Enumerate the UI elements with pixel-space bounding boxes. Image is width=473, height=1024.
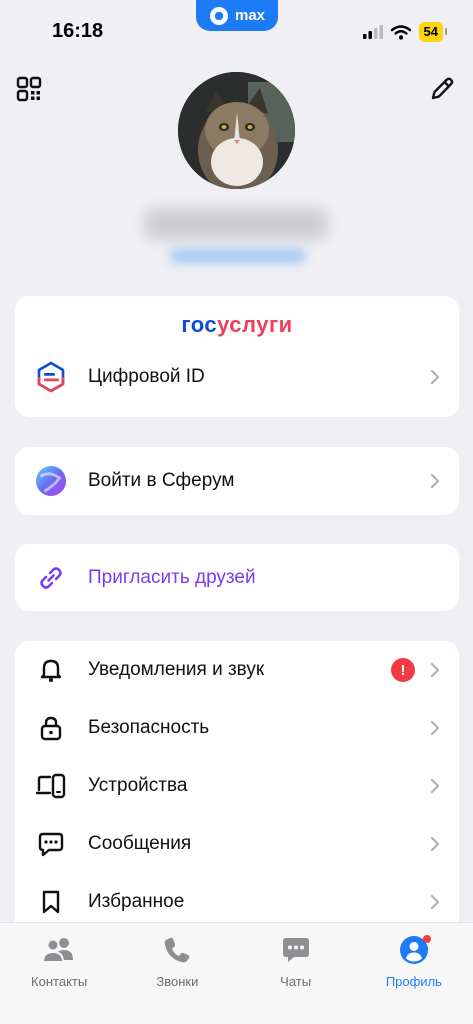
sferum-label: Войти в Сферум xyxy=(88,470,235,491)
settings-item-label: Устройства xyxy=(88,775,188,796)
tab-label: Чаты xyxy=(280,974,312,989)
battery-indicator: 54 xyxy=(418,22,448,42)
settings-item-label: Уведомления и звук xyxy=(88,659,265,680)
tab-label: Контакты xyxy=(31,974,88,989)
message-icon xyxy=(35,828,67,860)
chevron-right-icon xyxy=(430,720,440,736)
tab-contacts[interactable]: Контакты xyxy=(4,933,114,1024)
profile-name-blurred xyxy=(145,208,327,240)
sferum-row[interactable]: Войти в Сферум xyxy=(15,447,459,515)
status-bar: 16:18 max 54 xyxy=(0,0,473,60)
alert-badge: ! xyxy=(391,658,415,682)
avatar[interactable] xyxy=(178,72,295,189)
signal-icon xyxy=(362,25,383,39)
chevron-right-icon xyxy=(430,369,440,385)
status-time: 16:18 xyxy=(52,20,104,42)
settings-item-messages[interactable]: Сообщения xyxy=(15,815,459,873)
tab-bar: Контакты Звонки Чаты Профиль xyxy=(0,922,473,1024)
digital-id-label: Цифровой ID xyxy=(88,366,205,387)
devices-icon xyxy=(35,770,67,802)
notification-dot xyxy=(422,935,431,943)
sferum-card: Войти в Сферум xyxy=(15,447,459,515)
chevron-right-icon xyxy=(430,894,440,910)
chevron-right-icon xyxy=(430,473,440,489)
max-logo-icon xyxy=(209,6,228,25)
profile-phone-blurred xyxy=(170,249,306,263)
settings-item-label: Сообщения xyxy=(88,833,192,854)
invite-friends-label: Пригласить друзей xyxy=(88,566,256,588)
tab-calls[interactable]: Звонки xyxy=(122,933,232,1024)
cat-photo xyxy=(178,72,295,189)
status-icons: 54 xyxy=(362,22,448,42)
chevron-right-icon xyxy=(430,662,440,678)
settings-item-label: Избранное xyxy=(88,891,185,912)
qr-code-icon[interactable] xyxy=(16,76,42,102)
invite-card: Пригласить друзей xyxy=(15,544,459,611)
tab-label: Звонки xyxy=(156,974,199,989)
sferum-logo-icon xyxy=(35,465,67,497)
bell-icon xyxy=(35,654,67,686)
chevron-right-icon xyxy=(430,778,440,794)
gosuslugi-card: госуслуги Цифровой ID xyxy=(15,296,459,417)
settings-item-label: Безопасность xyxy=(88,717,210,738)
wifi-icon xyxy=(390,24,411,40)
bookmark-icon xyxy=(35,886,67,918)
link-icon xyxy=(35,562,67,594)
chevron-right-icon xyxy=(430,836,440,852)
settings-item-security[interactable]: Безопасность xyxy=(15,699,459,757)
settings-card: Уведомления и звук ! Безопасность Устрой… xyxy=(15,641,459,941)
phone-icon xyxy=(160,933,194,967)
gosuslugi-logo: госуслуги xyxy=(181,312,293,337)
invite-friends-row[interactable]: Пригласить друзей xyxy=(15,544,459,611)
app-name: max xyxy=(234,7,266,24)
digital-id-row[interactable]: Цифровой ID xyxy=(15,340,459,414)
tab-label: Профиль xyxy=(385,974,442,989)
app-indicator-pill: max xyxy=(196,0,278,31)
lock-icon xyxy=(35,712,67,744)
settings-item-notifications[interactable]: Уведомления и звук ! xyxy=(15,641,459,699)
chat-icon xyxy=(279,933,313,967)
digital-id-icon xyxy=(35,361,67,393)
contacts-icon xyxy=(42,933,76,967)
tab-profile[interactable]: Профиль xyxy=(359,933,469,1024)
settings-item-devices[interactable]: Устройства xyxy=(15,757,459,815)
tab-chats[interactable]: Чаты xyxy=(241,933,351,1024)
edit-pencil-icon[interactable] xyxy=(429,76,455,102)
